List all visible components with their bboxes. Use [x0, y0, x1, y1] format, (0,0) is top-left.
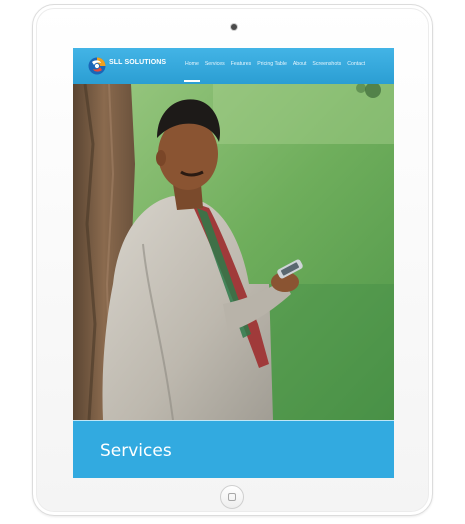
- main-nav: Home Services Features Pricing Table Abo…: [184, 61, 365, 82]
- services-section: Services: [73, 421, 394, 478]
- nav-home[interactable]: Home: [184, 61, 200, 82]
- camera-icon: [231, 24, 237, 30]
- nav-features[interactable]: Features: [231, 61, 251, 67]
- brand-name[interactable]: SLL SOLUTIONS: [109, 59, 166, 66]
- home-button-square: [228, 493, 236, 501]
- services-heading: Services: [100, 441, 172, 461]
- sll-logo-icon[interactable]: [87, 56, 107, 76]
- tablet-screen: SLL SOLUTIONS Home Services Features Pri…: [73, 48, 394, 478]
- tablet-frame: SLL SOLUTIONS Home Services Features Pri…: [32, 4, 433, 516]
- hero-image: [73, 84, 394, 420]
- nav-screenshots[interactable]: Screenshots: [312, 61, 341, 67]
- page: SLL SOLUTIONS Home Services Features Pri…: [0, 0, 465, 524]
- nav-contact[interactable]: Contact: [347, 61, 365, 67]
- site-header: SLL SOLUTIONS Home Services Features Pri…: [73, 48, 394, 84]
- nav-pricing-table[interactable]: Pricing Table: [257, 61, 287, 67]
- nav-services[interactable]: Services: [205, 61, 225, 67]
- home-button-icon[interactable]: [220, 485, 244, 509]
- hero-photo: [73, 84, 394, 420]
- nav-about[interactable]: About: [293, 61, 307, 67]
